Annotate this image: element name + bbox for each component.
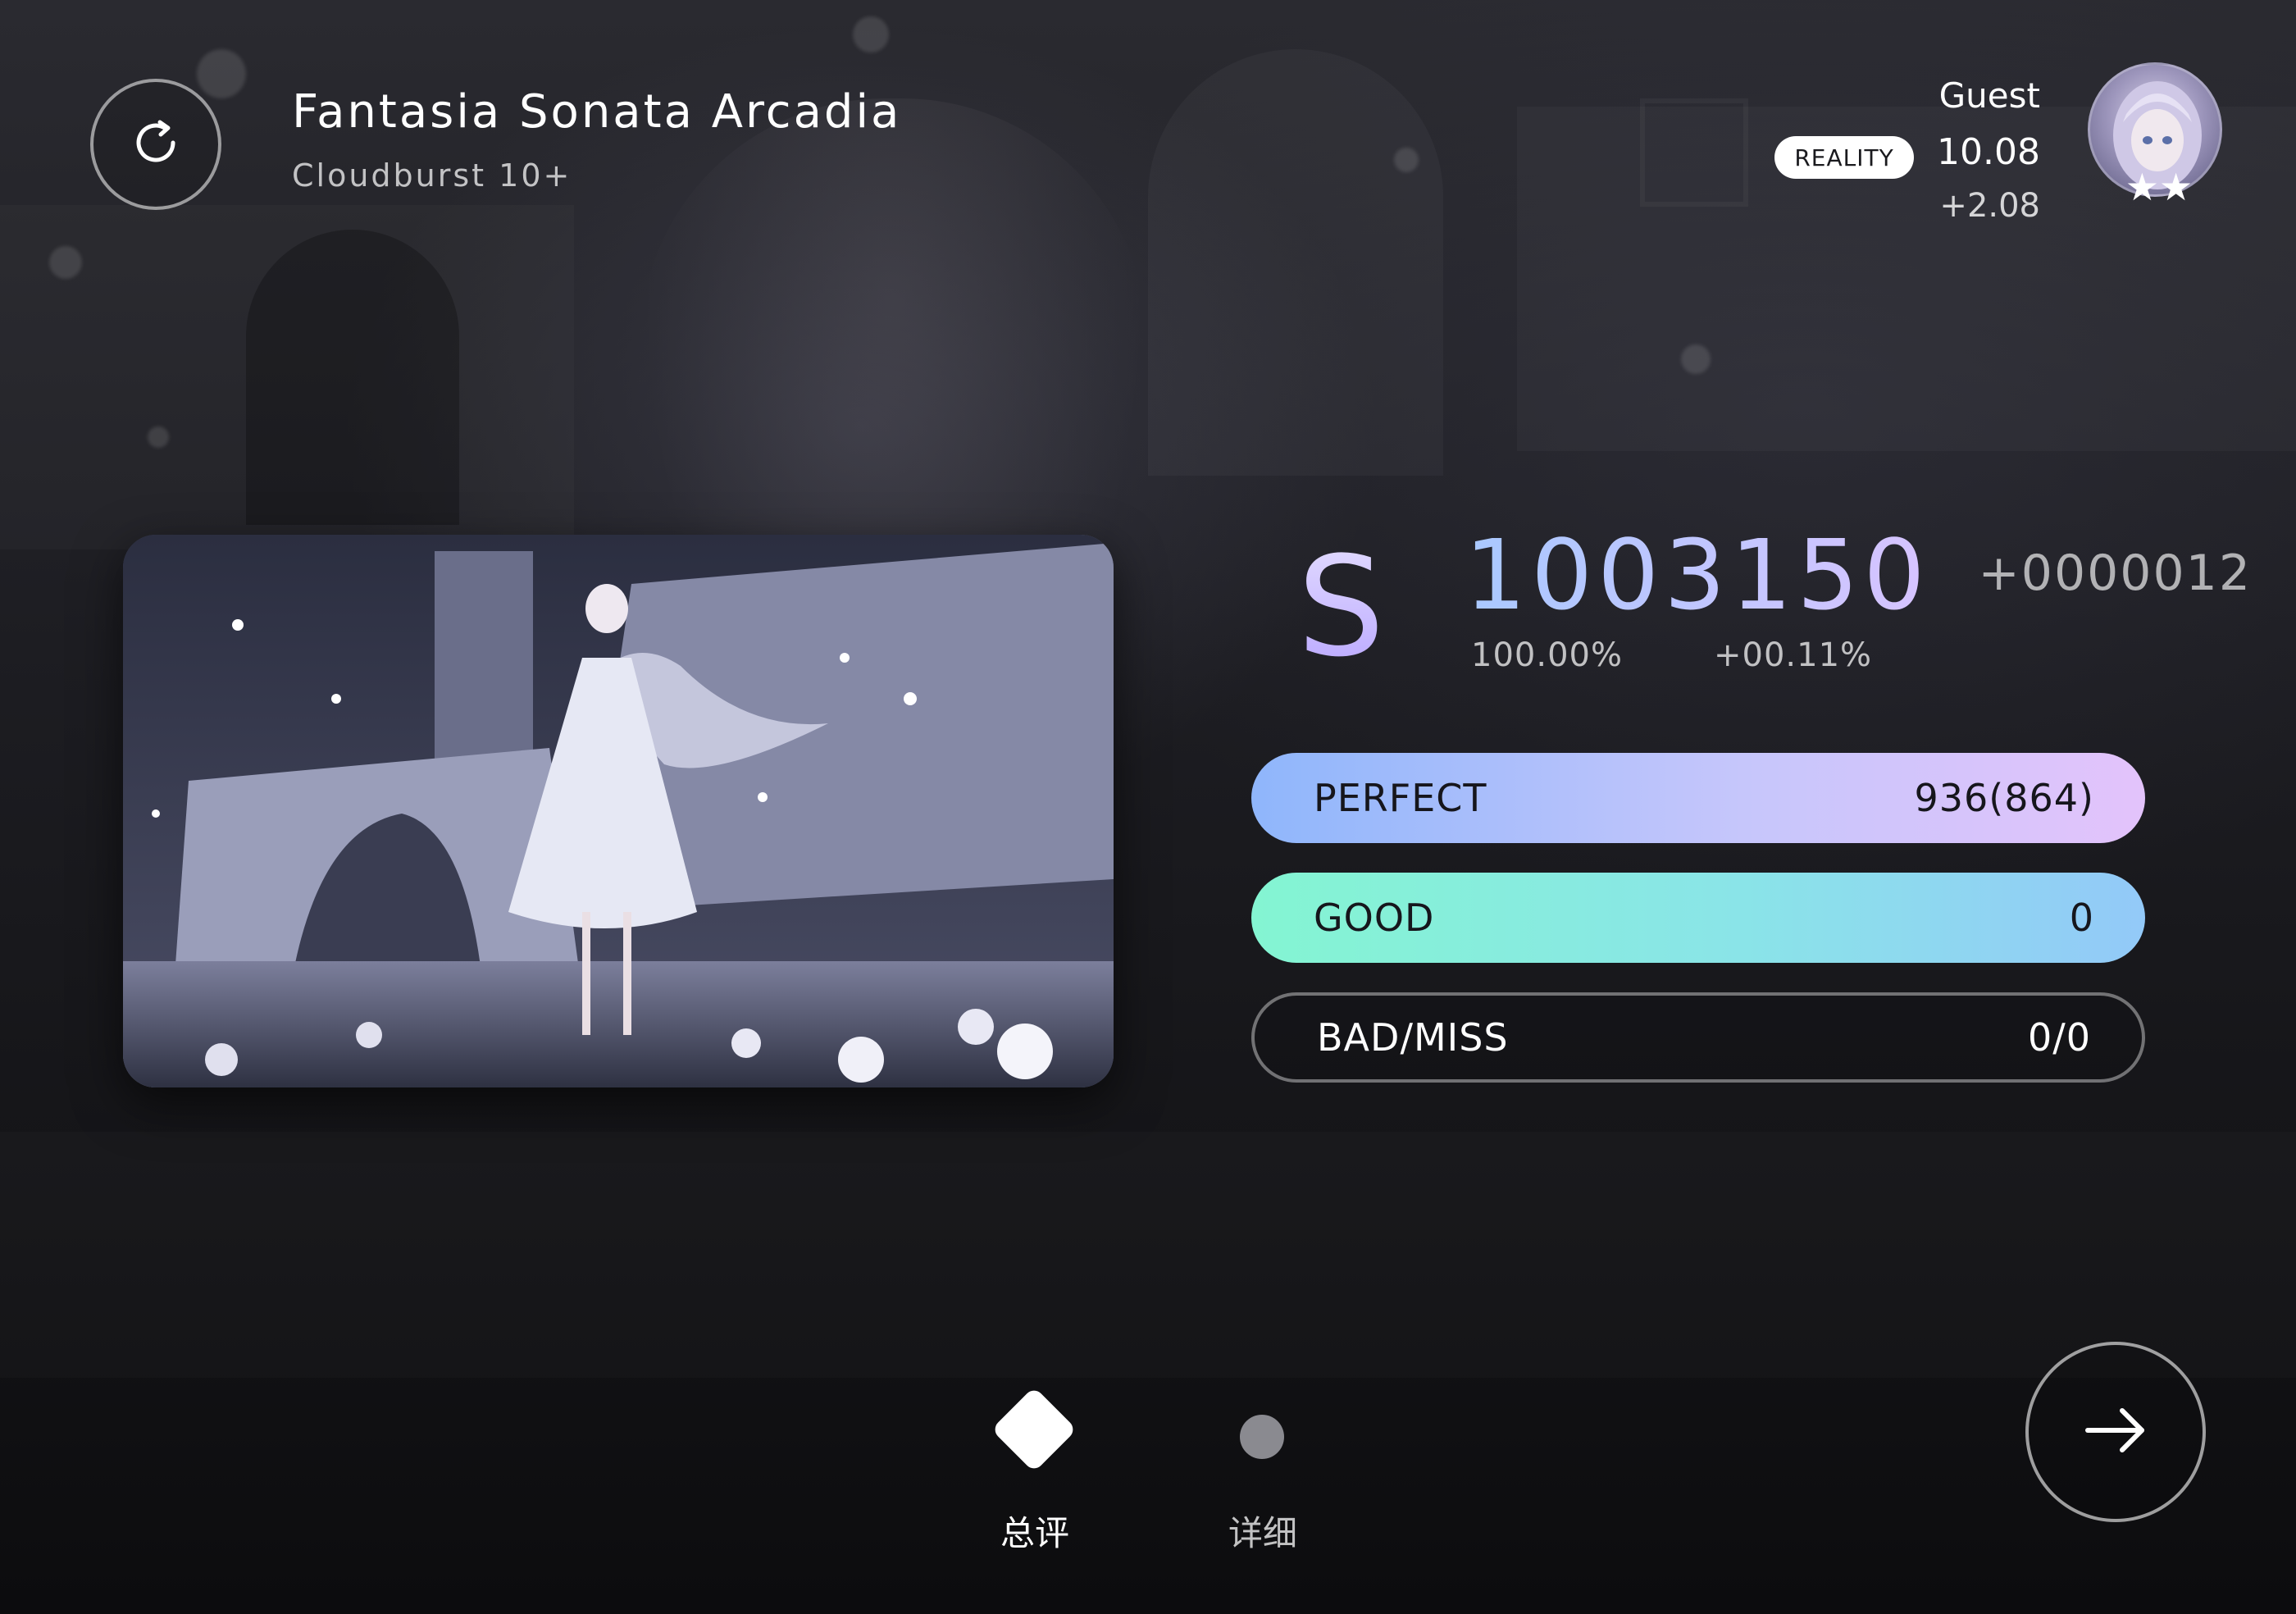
- background-bokeh: [1681, 344, 1711, 374]
- next-button[interactable]: [2025, 1342, 2206, 1522]
- result-screen: Fantasia Sonata Arcadia Cloudburst 10+ G…: [0, 0, 2296, 1614]
- score-value: 1003150: [1465, 518, 1930, 631]
- grade-rank: S: [1297, 525, 1428, 689]
- accuracy-delta: +00.11%: [1714, 636, 1873, 674]
- background-window: [1640, 98, 1748, 207]
- background-bokeh: [49, 246, 82, 279]
- tab-detail-label[interactable]: 详细: [1222, 1506, 1304, 1556]
- song-illustration: [123, 535, 1114, 1087]
- tab-detail-dot-icon[interactable]: [1240, 1415, 1284, 1459]
- song-difficulty: Cloudburst 10+: [292, 157, 572, 194]
- background-bokeh: [853, 16, 889, 52]
- retry-icon: [125, 112, 186, 176]
- background-bokeh: [148, 426, 169, 448]
- background-arch: [246, 230, 459, 525]
- background-bokeh: [1394, 148, 1419, 172]
- score-delta: +0000012: [1978, 545, 2252, 602]
- good-label: GOOD: [1314, 896, 1435, 940]
- avatar-stars: ★★: [2125, 165, 2194, 209]
- illustration-art: [123, 535, 1114, 1087]
- tab-summary-label[interactable]: 总评: [994, 1506, 1076, 1556]
- badmiss-count: 0/0: [2027, 1015, 2091, 1060]
- background-tower: [1148, 49, 1443, 476]
- good-judgement-bar: GOOD 0: [1251, 873, 2145, 963]
- tab-summary-diamond-icon[interactable]: [991, 1386, 1077, 1473]
- player-rks: 10.08: [1937, 131, 2040, 173]
- accuracy-value: 100.00%: [1471, 636, 1623, 674]
- reality-badge: REALITY: [1774, 136, 1914, 179]
- perfect-judgement-bar: PERFECT 936(864): [1251, 753, 2145, 843]
- arrow-right-icon: [2076, 1391, 2155, 1473]
- badmiss-label: BAD/MISS: [1317, 1015, 1509, 1060]
- perfect-count: 936(864): [1914, 776, 2094, 820]
- background-ground: [0, 1132, 2296, 1378]
- song-title: Fantasia Sonata Arcadia: [292, 85, 902, 139]
- perfect-label: PERFECT: [1314, 776, 1487, 820]
- good-count: 0: [2069, 896, 2094, 940]
- retry-button[interactable]: [90, 79, 221, 210]
- player-name: Guest: [1938, 75, 2040, 116]
- badmiss-judgement-bar: BAD/MISS 0/0: [1251, 992, 2145, 1083]
- player-rks-delta: +2.08: [1939, 187, 2040, 225]
- background-bokeh: [197, 49, 246, 98]
